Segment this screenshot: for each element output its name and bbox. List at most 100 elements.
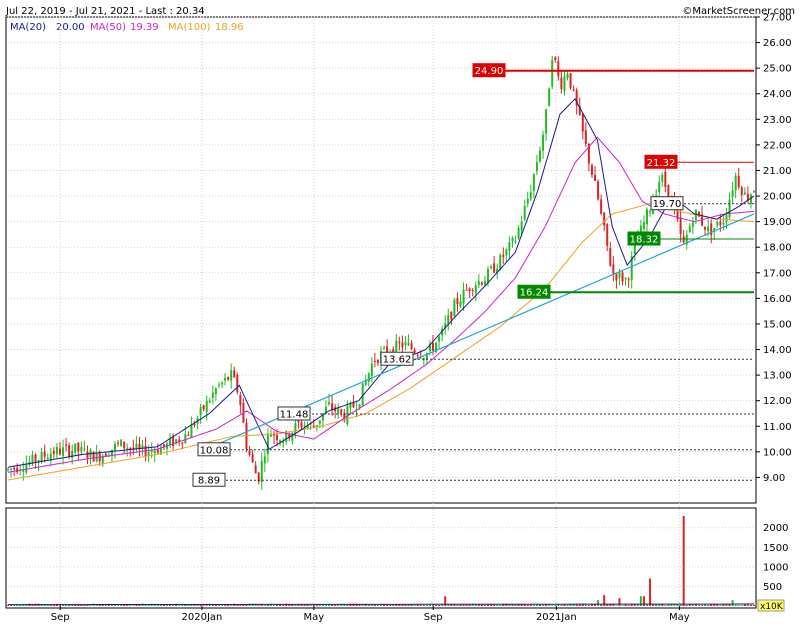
candle-body [297,420,300,423]
volume-bar [169,605,172,606]
level-label: 18.32 [630,235,659,246]
candle-body [233,370,236,378]
candle-body [569,73,572,88]
candle-body [511,237,514,241]
candle-body [493,263,496,273]
candle-body [624,278,627,280]
candle-body [749,194,752,204]
candle-body [373,360,376,362]
candle-body [560,77,563,90]
candle-body [193,423,196,426]
candle-body [590,165,593,175]
candle-body [263,456,266,464]
candle-body [25,464,28,473]
price-tick-label: 16.00 [763,294,792,305]
price-tick-label: 17.00 [763,268,792,279]
candle-body [239,395,242,406]
price-levels: 24.90 21.32 19.70 18.32 16.24 13.62 11.48 10.08… [192,63,754,487]
candle-body [612,264,615,274]
candle-body [40,452,43,462]
candle-body [300,422,303,428]
grid-lines [8,16,754,606]
price-tick-label: 11.00 [763,422,792,433]
volume-bar [621,605,624,606]
volume-bar [496,604,499,606]
candle-body [86,451,89,458]
candle-body [710,223,713,236]
volume-bar [422,605,425,606]
candle-body [398,341,401,344]
volume-bar [196,604,199,606]
candle-body [254,465,257,474]
candle-body [661,174,664,182]
volume-bar [566,605,569,606]
candle-body [153,450,156,454]
volume-bar [159,604,162,606]
volume-bar [649,578,652,606]
candle-body [114,443,117,451]
volume-bar [138,605,141,606]
candle-body [340,409,343,413]
candle-body [55,447,58,455]
level-label: 24.90 [475,66,504,77]
volume-bar [334,605,337,606]
candle-body [566,73,569,79]
candle-body [529,192,532,199]
candle-body [542,134,545,151]
volume-bar [462,604,465,606]
volume-bar [682,516,685,606]
candle-body [707,226,710,232]
time-tick-label: 2021Jan [536,612,577,623]
volume-bar [187,604,190,606]
candle-body [147,451,150,456]
candle-body [627,279,630,281]
price-tick-label: 12.00 [763,396,792,407]
volume-bar [554,605,557,606]
volume-bar [664,605,667,606]
candle-body [740,187,743,196]
candle-body [318,420,321,424]
volume-bar [428,604,431,606]
candle-body [728,199,731,218]
volume-bar [673,604,676,606]
volume-bar [376,604,379,606]
volume-bar [740,605,743,606]
candle-body [236,374,239,393]
candle-body [508,242,511,251]
volume-bar [202,605,205,606]
candle-body [22,470,25,472]
candle-body [328,402,331,405]
candle-body [465,289,468,291]
volume-bar [636,604,639,606]
candle-body [202,405,205,410]
candle-body [83,448,86,450]
ma20-line [7,98,755,468]
candle-body [251,454,254,463]
time-tick-label: 2020Jan [182,612,223,623]
volume-bar [413,604,416,606]
volume-unit-label: x10K [760,602,784,612]
candle-body [487,269,490,283]
candle-body [10,468,13,470]
volume-bar [276,604,279,606]
volume-bar [224,605,227,606]
candle-body [734,175,737,191]
candle-body [535,162,538,172]
volume-bar [294,604,297,606]
price-tick-label: 22.00 [763,140,792,151]
candle-body [123,441,126,449]
price-tick-label: 27.00 [763,13,792,24]
candle-body [370,363,373,377]
volume-bar [438,605,441,606]
volume-tick-label: 500 [763,582,782,593]
price-tick-label: 25.00 [763,64,792,75]
candle-body [291,432,294,441]
candle-body [716,221,719,226]
candle-body [117,442,120,444]
candle-body [722,223,725,225]
volume-bar [627,605,630,606]
candle-body [468,288,471,291]
volume-bar [652,604,655,606]
candle-body [456,298,459,305]
candle-body [7,468,9,470]
